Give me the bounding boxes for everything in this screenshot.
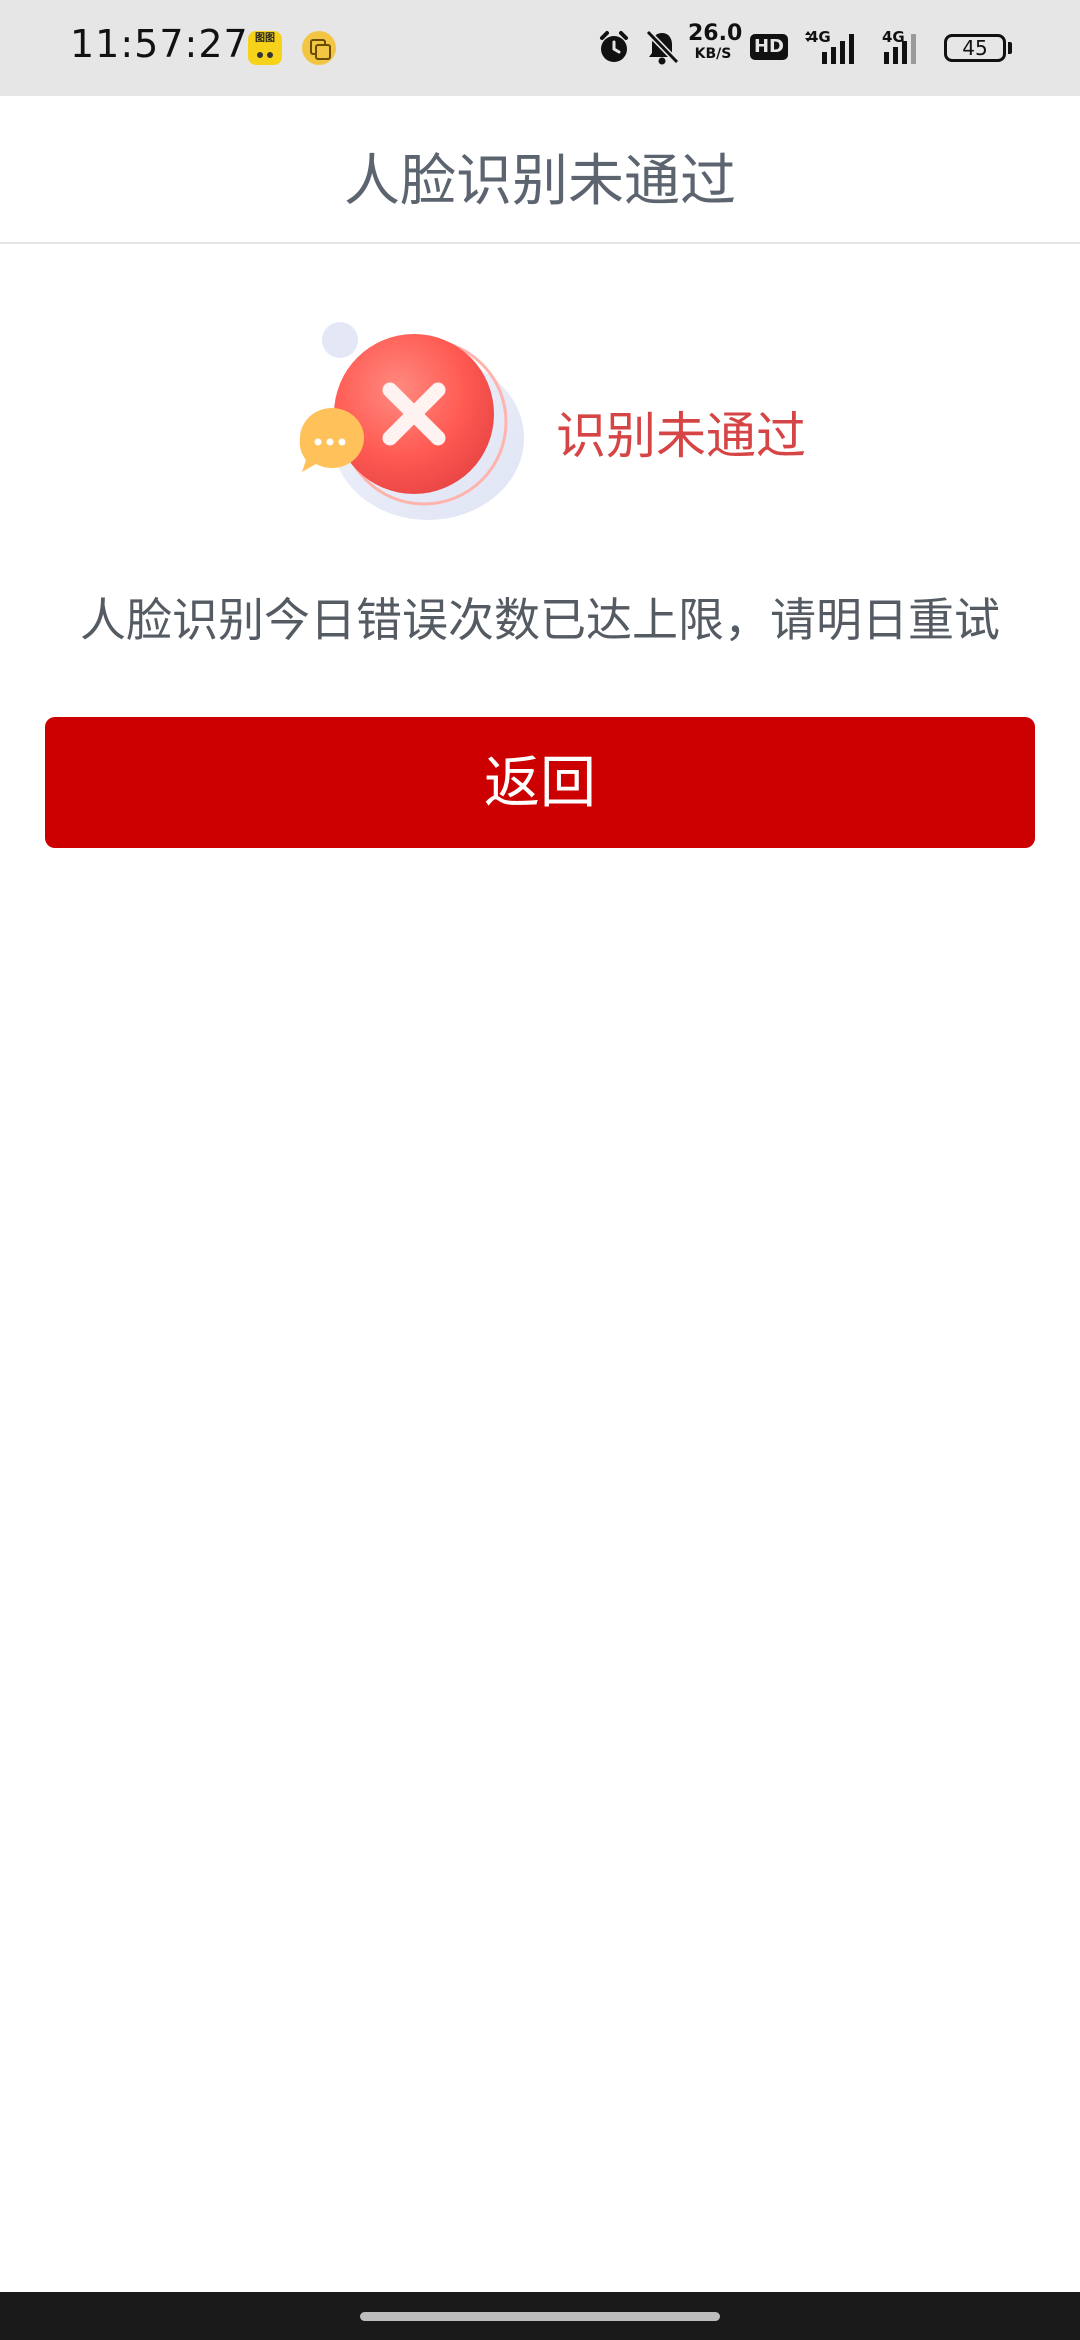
back-button[interactable]: 返回 [45, 717, 1035, 848]
battery-tip [1008, 42, 1012, 54]
page-header: 人脸识别未通过 [0, 96, 1080, 244]
error-message: 人脸识别今日错误次数已达上限，请明日重试 [80, 593, 1000, 647]
network-speed-unit: KB/S [694, 46, 732, 62]
result-label: 识别未通过 [556, 407, 806, 465]
failure-x-icon [299, 322, 524, 520]
network-speed: 26.0 KB/S [688, 21, 743, 64]
app-clone-icon [302, 31, 336, 65]
battery-level: 45 [962, 36, 988, 60]
page-title: 人脸识别未通过 [344, 149, 736, 214]
status-time: 11:57:27 [70, 22, 249, 66]
signal-icon: 4G [880, 28, 932, 66]
signal-icon: 4G [804, 28, 864, 66]
bell-off-icon [645, 29, 680, 65]
network-speed-value: 26.0 [688, 21, 743, 46]
home-indicator[interactable] [360, 2312, 720, 2321]
app-notification-icon-text: 图图 [255, 33, 275, 44]
app-notification-icon: 图图 [248, 31, 282, 65]
navigation-bar [0, 2292, 1080, 2340]
hd-voice-badge: HD [750, 34, 788, 60]
alarm-icon [600, 31, 628, 62]
status-bar: 11:57:27 图图 26.0 KB/S HD 4G 4G 45 [0, 0, 1080, 96]
battery-icon: 45 [944, 34, 1006, 62]
